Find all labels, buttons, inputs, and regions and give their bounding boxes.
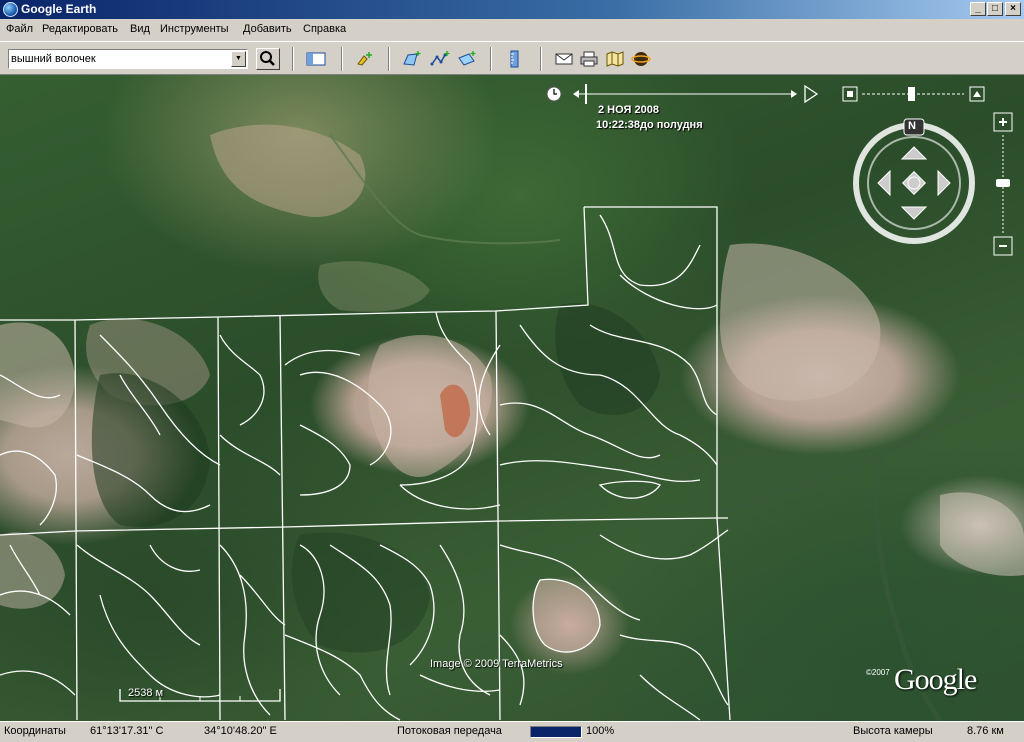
toolbar: ▼ xyxy=(0,41,1024,75)
sidebar-toggle-icon[interactable] xyxy=(306,50,326,68)
image-overlay-icon[interactable] xyxy=(457,50,477,68)
status-bar: Координаты 61°13'17.31" С 34°10'48.20" E… xyxy=(0,721,1024,742)
menu-edit[interactable]: Редактировать xyxy=(42,23,118,35)
print-icon[interactable] xyxy=(579,50,599,68)
north-label[interactable]: N xyxy=(908,120,916,132)
menu-view[interactable]: Вид xyxy=(130,23,150,35)
maps-icon[interactable] xyxy=(605,50,625,68)
longitude-value: 34°10'48.20" E xyxy=(204,725,277,737)
toolbar-separator xyxy=(540,47,542,71)
window-title: Google Earth xyxy=(21,2,97,16)
minimize-button[interactable]: _ xyxy=(970,2,986,16)
streaming-progress-fill xyxy=(531,727,581,737)
map-viewport[interactable]: 2 НОЯ 2008 10:22:38до полудня N 2538 м I… xyxy=(0,75,1024,721)
search-combobox[interactable]: ▼ xyxy=(8,49,248,69)
menu-file[interactable]: Файл xyxy=(6,23,33,35)
streaming-label: Потоковая передача xyxy=(397,725,502,737)
camera-altitude-label: Высота камеры xyxy=(853,725,933,737)
navigation-compass[interactable] xyxy=(850,117,978,247)
time-date-label: 2 НОЯ 2008 xyxy=(598,104,659,116)
time-slider[interactable]: 2 НОЯ 2008 10:22:38до полудня xyxy=(545,80,825,135)
polygon-add-icon[interactable] xyxy=(402,50,422,68)
search-icon xyxy=(260,51,275,66)
email-icon[interactable] xyxy=(554,50,574,68)
search-button[interactable] xyxy=(256,48,280,70)
close-button[interactable]: × xyxy=(1005,2,1021,16)
path-add-icon[interactable] xyxy=(430,50,450,68)
search-input[interactable] xyxy=(11,52,227,66)
toolbar-separator xyxy=(490,47,492,71)
ruler-icon[interactable] xyxy=(505,50,525,68)
time-clock-label: 10:22:38до полудня xyxy=(596,119,703,131)
streaming-progress xyxy=(530,726,582,738)
google-logo: Google xyxy=(894,663,977,696)
app-globe-icon xyxy=(3,2,18,17)
toolbar-separator xyxy=(388,47,390,71)
coords-label: Координаты xyxy=(4,725,66,737)
maximize-button[interactable]: □ xyxy=(987,2,1003,16)
time-range-slider[interactable] xyxy=(842,84,988,104)
menu-tools[interactable]: Инструменты xyxy=(160,23,229,35)
time-slider-track[interactable] xyxy=(545,80,825,110)
image-copyright: Image © 2009 TerraMetrics xyxy=(430,658,563,670)
camera-altitude-value: 8.76 км xyxy=(967,725,1004,737)
chevron-down-icon[interactable]: ▼ xyxy=(231,51,246,67)
scale-label: 2538 м xyxy=(128,687,164,699)
streaming-percent: 100% xyxy=(586,725,615,737)
toolbar-separator xyxy=(341,47,343,71)
menu-bar: Файл Редактировать Вид Инструменты Добав… xyxy=(0,19,1024,41)
latitude-value: 61°13'17.31" С xyxy=(90,725,164,737)
placemark-add-icon[interactable] xyxy=(354,50,374,68)
zoom-slider[interactable] xyxy=(991,111,1015,257)
google-logo-year: ©2007 xyxy=(866,668,890,677)
menu-help[interactable]: Справка xyxy=(303,23,346,35)
toolbar-separator xyxy=(292,47,294,71)
menu-add[interactable]: Добавить xyxy=(243,23,292,35)
sky-icon[interactable] xyxy=(631,50,651,68)
title-bar: Google Earth _ □ × xyxy=(0,0,1024,19)
